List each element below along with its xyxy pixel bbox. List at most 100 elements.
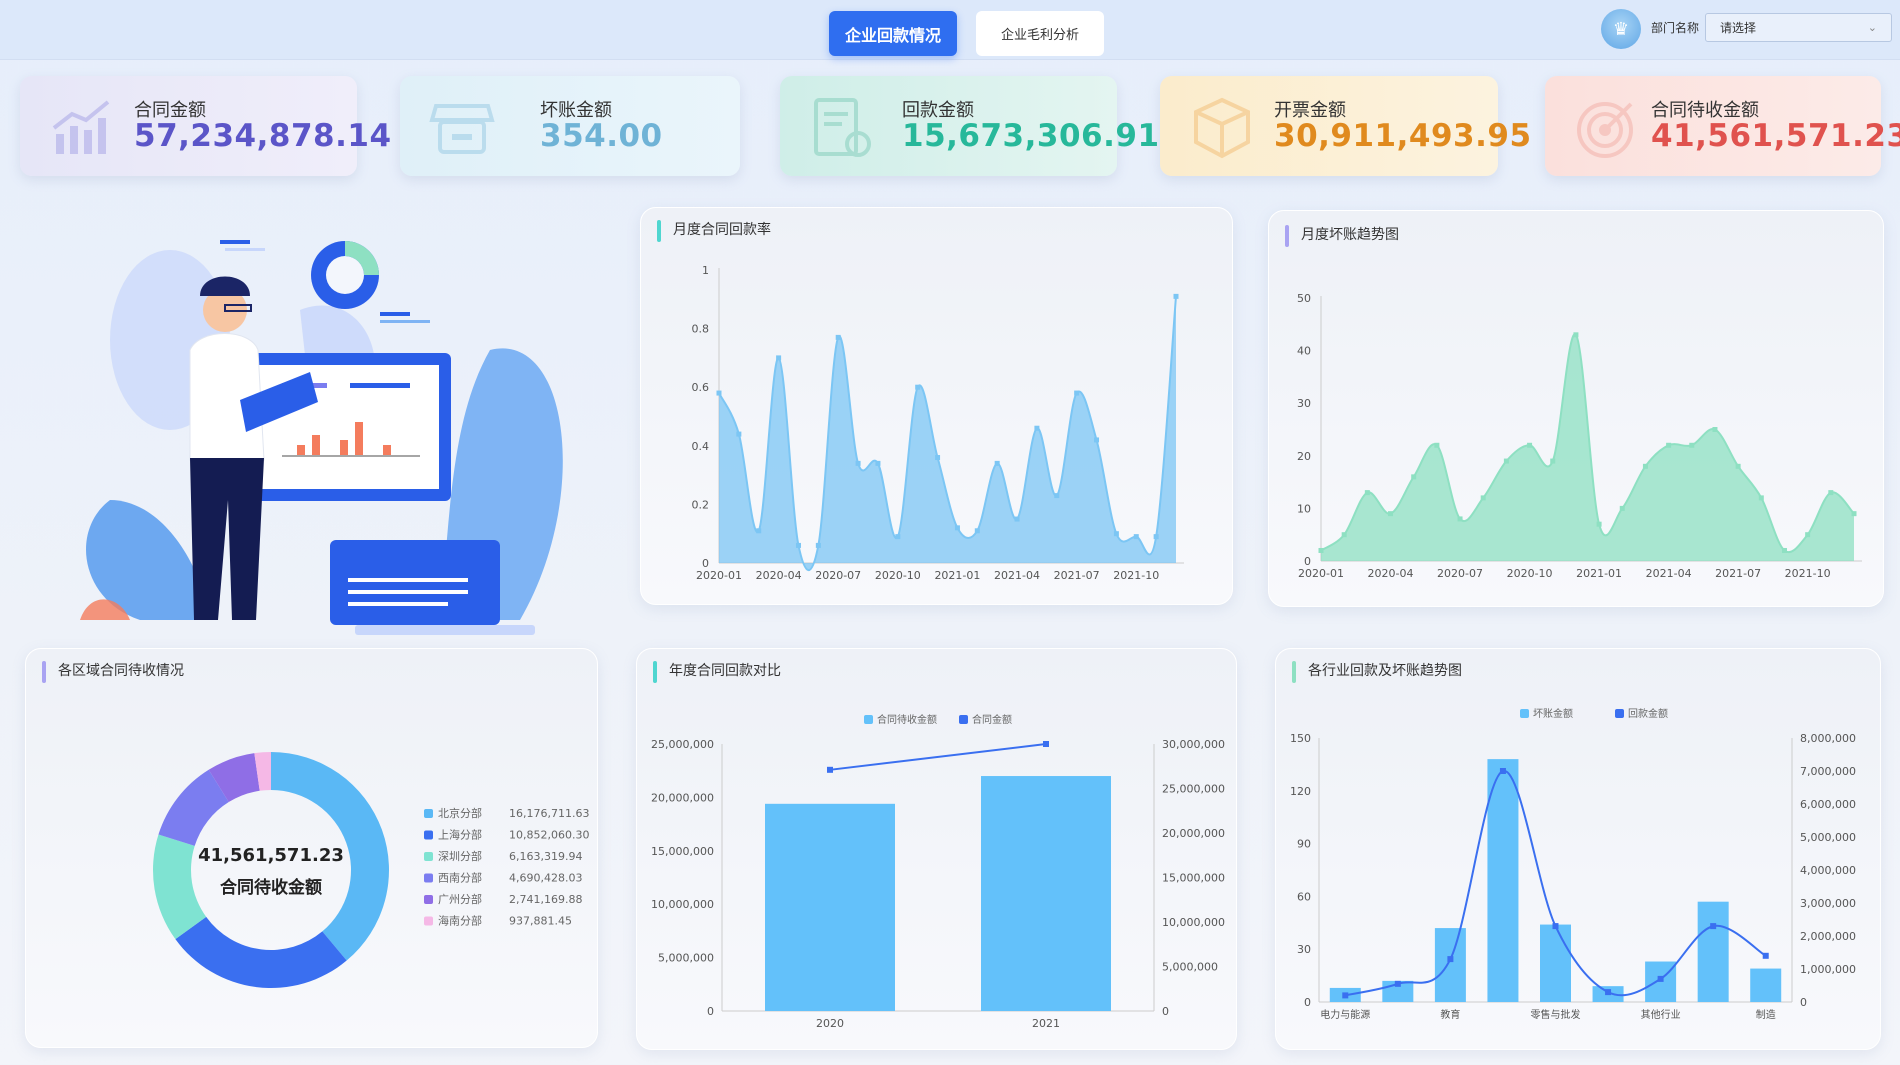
right-tick-label: 25,000,000 [1162,783,1225,796]
kpi-card-collected: 回款金额 15,673,306.91 [780,76,1159,176]
business-person-illustration [80,240,563,635]
kpi-value: 354.00 [540,118,663,154]
x-tick-label: 电力与能源 [1320,1008,1370,1021]
box-icon [1194,97,1250,159]
kpi-card-bad-debt: 坏账金额 354.00 [400,76,740,176]
legend-value: 6,163,319.94 [509,850,582,863]
right-tick-label: 7,000,000 [1800,765,1856,778]
data-point [1480,495,1486,501]
x-tick-label: 2021-04 [994,569,1040,582]
data-point [875,460,881,466]
data-point [1113,531,1119,537]
tab-gross-margin[interactable]: 企业毛利分析 [976,11,1104,56]
data-point [795,542,801,548]
line-point [1394,980,1401,987]
data-point [1712,427,1718,432]
data-point [815,542,821,548]
x-tick-label: 2020-07 [815,569,861,582]
donut-slice [175,916,347,988]
legend-value: 2,741,169.88 [509,893,582,906]
data-point [736,431,742,437]
data-point [1034,425,1040,431]
right-tick-label: 0 [1162,1005,1169,1018]
data-point [1596,521,1602,527]
data-point [935,455,941,461]
left-tick-label: 25,000,000 [651,738,714,751]
legend-label: 广州分部 [438,892,482,906]
data-point [1054,493,1060,499]
x-tick-label: 其他行业 [1641,1008,1681,1021]
kpi-value: 57,234,878.14 [134,118,392,154]
x-tick-label: 2020-01 [696,569,742,582]
y-tick-label: 0.8 [692,323,710,336]
chart-monthly-rate: 00.20.40.60.812020-01 2020-04 2020-07 2020-… [692,264,1184,582]
data-point [1153,534,1159,540]
line-point [1342,992,1349,999]
right-tick-label: 2,000,000 [1800,930,1856,943]
tab-collection-status[interactable]: 企业回款情况 [829,11,957,56]
data-point [1074,390,1080,396]
x-tick-label: 2020-04 [1368,567,1414,580]
data-point [855,460,861,466]
panel-monthly-rate: 月度合同回款率 0 0.2 0.4 0.6 0.8 1 2020-01 2020-04 2020… [640,207,1233,605]
dept-select[interactable]: 请选择 ⌄ [1705,13,1892,42]
legend-value: 937,881.45 [509,915,572,928]
data-point [895,534,901,540]
left-tick-label: 30 [1297,943,1311,956]
line-point [1499,768,1506,774]
left-tick-label: 20,000,000 [651,791,714,804]
data-point [1781,547,1787,553]
legend-label: 海南分部 [438,914,482,928]
series-line [829,743,1047,771]
x-tick-label: 2020-10 [875,569,921,582]
legend-value: 16,176,711.63 [509,807,589,820]
x-tick-label: 2021-10 [1113,569,1159,582]
legend-swatch [1520,709,1529,718]
x-tick-label: 2021-07 [1054,569,1100,582]
right-tick-label: 8,000,000 [1800,732,1856,745]
legend-label: 坏账金额 [1533,707,1573,720]
line-point [1043,741,1049,747]
data-point [1503,458,1509,464]
kpi-card-pending: 合同待收金额 41,561,571.23 [1545,76,1900,176]
right-tick-label: 4,000,000 [1800,864,1856,877]
kpi-value: 41,561,571.23 [1651,118,1900,154]
bar [1697,901,1729,1002]
bar [1750,968,1782,1002]
legend-swatch [424,809,433,818]
x-tick-label: 2020 [816,1017,844,1030]
left-tick-label: 10,000,000 [651,898,714,911]
right-tick-label: 30,000,000 [1162,738,1225,751]
panel-bad-debt-trend: 月度坏账趋势图 0 10 20 30 40 50 2020-01 2020-04 2020-07… [1268,210,1884,607]
data-point [1318,547,1324,553]
data-point [835,334,841,340]
x-tick-label: 2020-07 [1437,567,1483,580]
data-point [1527,442,1533,448]
legend-value: 10,852,060.30 [509,829,589,842]
x-tick-label: 2021-04 [1646,567,1692,580]
x-tick-label: 2021-01 [1576,567,1622,580]
dept-label: 部门名称 [1651,21,1700,35]
data-point [716,390,722,396]
line-point [827,766,833,773]
left-tick-label: 150 [1290,732,1311,745]
y-tick-label: 30 [1297,397,1311,410]
data-point [1133,534,1139,540]
data-point [1173,293,1179,299]
left-tick-label: 60 [1297,890,1311,903]
chart-yearly-compare: 0 5,000,000 10,000,000 15,000,000 20,000,000… [651,713,1225,1030]
bar [981,776,1111,1011]
trend-chart-icon [52,100,110,154]
data-point [1411,474,1417,480]
x-tick-label: 2020-01 [1298,567,1344,580]
y-tick-label: 40 [1297,345,1311,358]
legend-swatch [424,830,433,840]
panel-yearly-compare: 年度合同回款对比 0 5,000,000 10,000,000 15,000,000 2… [636,648,1237,1050]
x-tick-label: 2020-10 [1507,567,1553,580]
right-tick-label: 10,000,000 [1162,916,1225,929]
bar [1540,924,1571,1002]
right-tick-label: 15,000,000 [1162,872,1225,885]
left-tick-label: 0 [707,1005,714,1018]
x-tick-label: 教育 [1440,1008,1460,1021]
y-tick-label: 20 [1297,450,1311,463]
